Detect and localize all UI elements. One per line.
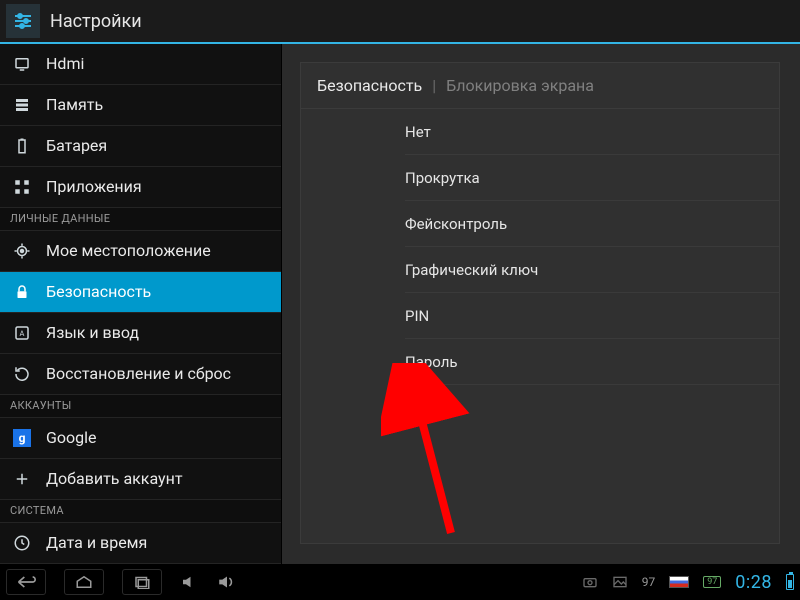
home-button[interactable] [64,569,104,595]
sidebar-item-label: Дата и время [46,533,147,552]
sidebar-item-backup[interactable]: Восстановление и сброс [0,354,281,395]
settings-panel: Безопасность | Блокировка экрана Нет Про… [300,62,780,544]
volume-down-button[interactable] [180,575,198,589]
annotation-arrow [381,363,471,543]
sidebar-item-add-account[interactable]: Добавить аккаунт [0,459,281,500]
sidebar-item-apps[interactable]: Приложения [0,167,281,208]
keyboard-flag-icon[interactable] [669,576,689,588]
sidebar-item-battery[interactable]: Батарея [0,126,281,167]
clock-icon [12,533,32,553]
sidebar-item-storage[interactable]: Память [0,85,281,126]
plus-icon [12,469,32,489]
lock-option-face[interactable]: Фейсконтроль [405,201,779,247]
settings-sidebar: Hdmi Память Батарея Приложения ЛИЧНЫЕ ДА… [0,44,282,564]
title-bar: Настройки [0,0,800,44]
battery-percentage-text: 97 [642,575,656,589]
sidebar-item-security[interactable]: Безопасность [0,272,281,313]
back-button[interactable] [6,569,46,595]
svg-text:A: A [20,329,25,338]
page-title: Настройки [50,11,142,32]
location-icon [12,241,32,261]
hdmi-icon [12,54,32,74]
lock-option-password[interactable]: Пароль [405,339,779,385]
backup-icon [12,364,32,384]
recents-button[interactable] [122,569,162,595]
breadcrumb: Безопасность | Блокировка экрана [301,63,779,109]
lock-option-pin[interactable]: PIN [405,293,779,339]
apps-icon [12,177,32,197]
lock-options-list: Нет Прокрутка Фейсконтроль Графический к… [301,109,779,385]
battery-icon [12,136,32,156]
sidebar-item-label: Google [46,428,97,447]
settings-app-icon [6,4,40,38]
breadcrumb-separator: | [432,76,436,95]
system-navbar: 97 97 0:28 [0,564,800,600]
sidebar-section-personal: ЛИЧНЫЕ ДАННЫЕ [0,208,281,231]
lock-icon [12,282,32,302]
sidebar-item-label: Язык и ввод [46,323,139,342]
sidebar-item-language[interactable]: A Язык и ввод [0,313,281,354]
breadcrumb-section[interactable]: Безопасность [317,76,422,95]
lock-option-slide[interactable]: Прокрутка [405,155,779,201]
sidebar-item-label: Безопасность [46,282,151,301]
google-icon: g [12,428,32,448]
sidebar-item-google[interactable]: g Google [0,418,281,459]
sidebar-item-label: Восстановление и сброс [46,364,231,383]
sidebar-item-label: Батарея [46,136,107,155]
sidebar-item-label: Добавить аккаунт [46,469,183,488]
clock-text[interactable]: 0:28 [735,572,772,593]
volume-up-button[interactable] [216,575,238,589]
battery-badge-icon: 97 [703,576,721,588]
lock-option-none[interactable]: Нет [405,109,779,155]
sidebar-section-accounts: АККАУНТЫ [0,395,281,418]
battery-tray-icon [786,574,794,590]
sidebar-item-datetime[interactable]: Дата и время [0,523,281,564]
sidebar-section-system: СИСТЕМА [0,500,281,523]
sidebar-item-label: Hdmi [46,54,84,73]
sidebar-item-hdmi[interactable]: Hdmi [0,44,281,85]
main-content: Безопасность | Блокировка экрана Нет Про… [282,44,800,564]
breadcrumb-page: Блокировка экрана [446,76,594,95]
screenshot-icon[interactable] [582,575,598,589]
sidebar-item-label: Память [46,95,103,114]
storage-icon [12,95,32,115]
gallery-icon[interactable] [612,575,628,589]
sidebar-item-label: Мое местоположение [46,241,211,260]
language-icon: A [12,323,32,343]
sidebar-item-label: Приложения [46,177,142,196]
lock-option-pattern[interactable]: Графический ключ [405,247,779,293]
sidebar-item-location[interactable]: Мое местоположение [0,231,281,272]
